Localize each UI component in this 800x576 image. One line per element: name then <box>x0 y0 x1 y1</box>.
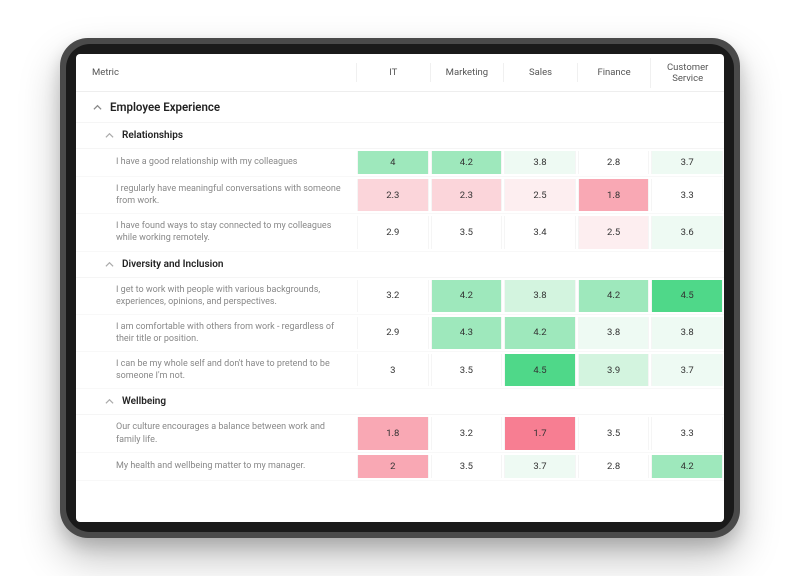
score-cell: 3.7 <box>651 151 723 174</box>
subsection-title: Diversity and Inclusion <box>122 259 224 270</box>
score-cell: 3.3 <box>651 417 723 449</box>
header-dept-sales: Sales <box>503 63 577 82</box>
score-cell: 4.2 <box>651 455 723 478</box>
score-cell: 2 <box>357 455 429 478</box>
score-cell: 2.8 <box>578 455 650 478</box>
chevron-up-icon <box>104 259 114 269</box>
question-label: I am comfortable with others from work -… <box>76 315 356 351</box>
tablet-bezel: Metric IT Marketing Sales Finance Custom… <box>66 44 734 532</box>
score-cell: 4 <box>357 151 429 174</box>
score-cell: 3.8 <box>651 317 723 349</box>
question-label: My health and wellbeing matter to my man… <box>76 453 356 480</box>
score-cell: 2.3 <box>431 179 503 211</box>
table-row: I am comfortable with others from work -… <box>76 315 724 352</box>
score-cell: 4.2 <box>504 317 576 349</box>
table-row: Our culture encourages a balance between… <box>76 415 724 452</box>
score-cell: 3.6 <box>651 216 723 248</box>
score-cell: 2.5 <box>578 216 650 248</box>
score-cell: 2.9 <box>357 317 429 349</box>
score-cell: 3.3 <box>651 179 723 211</box>
score-cell: 2.3 <box>357 179 429 211</box>
score-cell: 3.8 <box>504 280 576 312</box>
table-row: My health and wellbeing matter to my man… <box>76 453 724 481</box>
score-cell: 3.8 <box>578 317 650 349</box>
subsection-title: Wellbeing <box>122 396 166 407</box>
question-label: I can be my whole self and don't have to… <box>76 352 356 388</box>
header-metric-label: Metric <box>76 61 356 84</box>
score-cell: 3.9 <box>578 354 650 386</box>
score-cell: 4.3 <box>431 317 503 349</box>
score-cell: 2.9 <box>357 216 429 248</box>
score-cell: 4.2 <box>431 280 503 312</box>
table-row: I regularly have meaningful conversation… <box>76 177 724 214</box>
score-cell: 4.2 <box>431 151 503 174</box>
chevron-up-icon <box>92 102 102 112</box>
question-label: I get to work with people with various b… <box>76 278 356 314</box>
score-cell: 3.5 <box>431 216 503 248</box>
question-label: I have a good relationship with my colle… <box>76 149 356 176</box>
section-employee-experience[interactable]: Employee Experience <box>76 92 724 123</box>
score-cell: 4.5 <box>504 354 576 386</box>
score-cell: 3.5 <box>431 354 503 386</box>
table-row: I can be my whole self and don't have to… <box>76 352 724 389</box>
subsection-diversity-inclusion[interactable]: Diversity and Inclusion <box>76 252 724 278</box>
score-cell: 1.8 <box>578 179 650 211</box>
subsection-title: Relationships <box>122 130 183 141</box>
subsection-relationships[interactable]: Relationships <box>76 123 724 149</box>
score-cell: 3.7 <box>651 354 723 386</box>
score-cell: 3.8 <box>504 151 576 174</box>
question-label: I regularly have meaningful conversation… <box>76 177 356 213</box>
score-cell: 4.2 <box>578 280 650 312</box>
tablet-screen: Metric IT Marketing Sales Finance Custom… <box>76 54 724 522</box>
score-cell: 1.8 <box>357 417 429 449</box>
table-row: I have a good relationship with my colle… <box>76 149 724 177</box>
table-row: I have found ways to stay connected to m… <box>76 214 724 251</box>
score-cell: 2.8 <box>578 151 650 174</box>
question-label: Our culture encourages a balance between… <box>76 415 356 451</box>
header-dept-marketing: Marketing <box>430 63 504 82</box>
table-row: I get to work with people with various b… <box>76 278 724 315</box>
score-cell: 3.4 <box>504 216 576 248</box>
section-title: Employee Experience <box>110 100 220 114</box>
question-label: I have found ways to stay connected to m… <box>76 214 356 250</box>
heatmap-table: Metric IT Marketing Sales Finance Custom… <box>76 54 724 522</box>
score-cell: 2.5 <box>504 179 576 211</box>
header-dept-it: IT <box>356 63 430 82</box>
score-cell: 3.5 <box>578 417 650 449</box>
score-cell: 4.5 <box>651 280 723 312</box>
header-dept-customer-service: Customer Service <box>650 58 724 88</box>
score-cell: 3.5 <box>431 455 503 478</box>
table-header-row: Metric IT Marketing Sales Finance Custom… <box>76 54 724 92</box>
chevron-up-icon <box>104 397 114 407</box>
score-cell: 3 <box>357 354 429 386</box>
score-cell: 1.7 <box>504 417 576 449</box>
subsection-wellbeing[interactable]: Wellbeing <box>76 389 724 415</box>
header-dept-finance: Finance <box>577 63 651 82</box>
chevron-up-icon <box>104 131 114 141</box>
score-cell: 3.2 <box>431 417 503 449</box>
tablet-device-frame: Metric IT Marketing Sales Finance Custom… <box>60 38 740 538</box>
score-cell: 3.2 <box>357 280 429 312</box>
score-cell: 3.7 <box>504 455 576 478</box>
